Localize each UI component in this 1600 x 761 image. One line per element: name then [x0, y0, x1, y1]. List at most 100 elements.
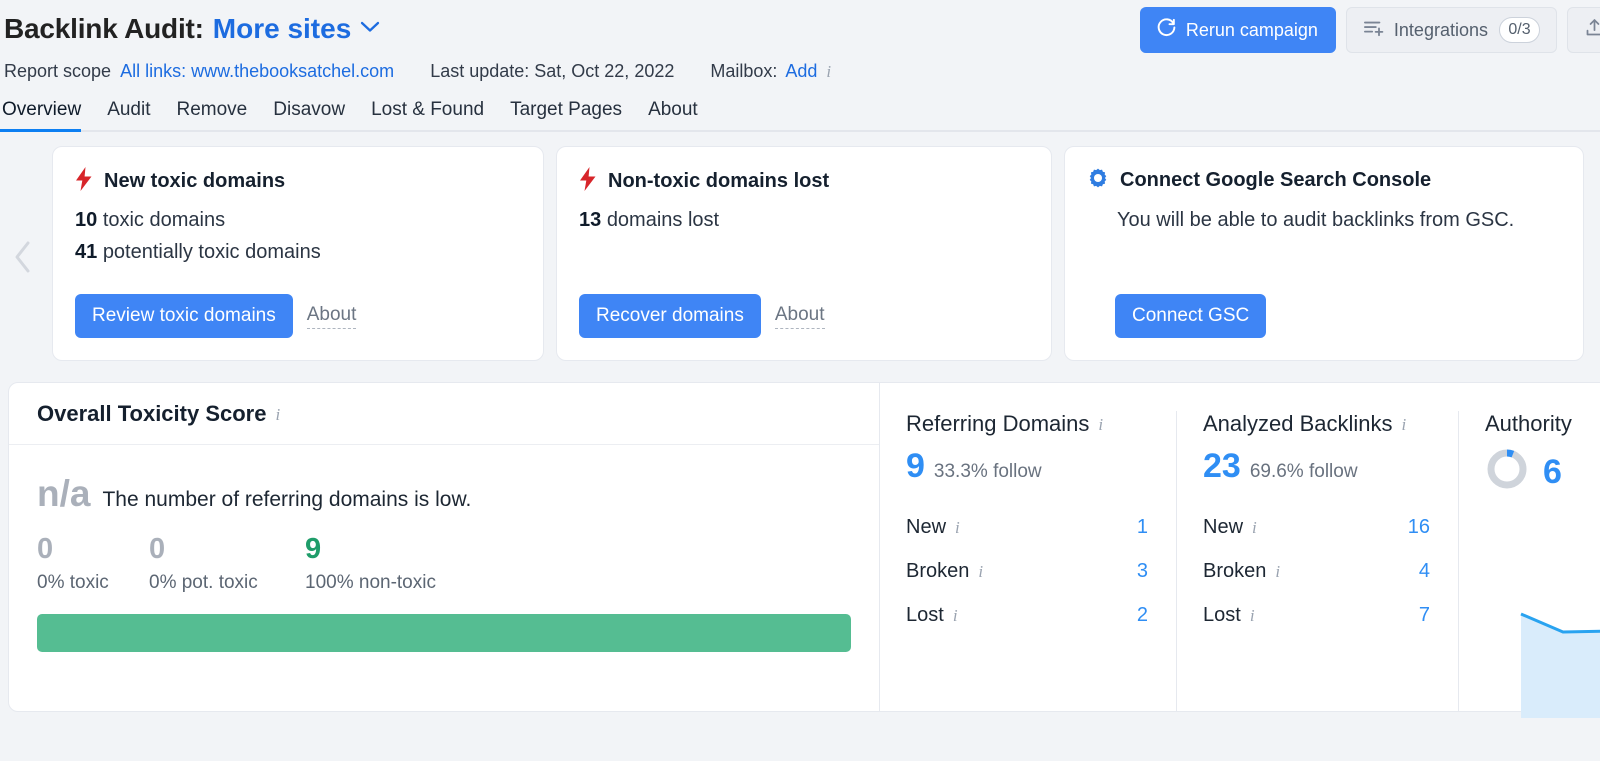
metric-follow-pct: 69.6% follow	[1250, 461, 1358, 483]
stat-value: 0	[149, 534, 305, 564]
backlink-audit-page: Backlink Audit: More sites Rerun campaig…	[0, 0, 1600, 761]
about-link[interactable]: About	[307, 304, 357, 329]
metric-title-row: Authority	[1485, 411, 1600, 437]
metric-row-value[interactable]: 1	[1137, 516, 1148, 539]
metric-row-label-wrap: Broken i	[906, 560, 983, 583]
tab-disavow[interactable]: Disavow	[260, 99, 358, 130]
authority-score-row: 6	[1485, 447, 1600, 496]
toxicity-title: Overall Toxicity Score	[37, 401, 266, 427]
metric-row-lost: Lost i 7	[1203, 593, 1430, 637]
authority-trend-chart	[1517, 598, 1600, 723]
area-chart-svg	[1517, 598, 1600, 718]
site-selector[interactable]: More sites	[213, 13, 352, 45]
domains-lost-text: domains lost	[607, 209, 719, 231]
tab-remove[interactable]: Remove	[164, 99, 261, 130]
metric-title: Authority	[1485, 411, 1572, 437]
report-scope-label: Report scope	[4, 61, 111, 82]
info-icon[interactable]: i	[1252, 518, 1257, 538]
connect-gsc-button[interactable]: Connect GSC	[1115, 294, 1266, 338]
report-scope-link[interactable]: All links: www.thebooksatchel.com	[120, 61, 394, 82]
cards-list: New toxic domains 10 toxic domains 41 po…	[0, 146, 1600, 361]
metric-total: 23	[1203, 449, 1241, 483]
toxicity-header: Overall Toxicity Score i	[9, 383, 879, 445]
list-add-icon	[1363, 18, 1385, 43]
info-icon[interactable]: i	[1098, 415, 1103, 435]
last-update-text: Last update: Sat, Oct 22, 2022	[430, 61, 674, 82]
overview-bottom-panel: Overall Toxicity Score i n/a The number …	[8, 382, 1600, 712]
metric-row-value[interactable]: 7	[1419, 604, 1430, 627]
toxicity-score-value: n/a	[37, 475, 90, 512]
cards-carousel: New toxic domains 10 toxic domains 41 po…	[0, 146, 1600, 368]
metric-follow-pct: 33.3% follow	[934, 461, 1042, 483]
tab-about[interactable]: About	[635, 99, 711, 130]
upload-icon	[1584, 17, 1600, 43]
info-icon[interactable]: i	[1275, 562, 1280, 582]
pot-toxic-domains-count: 41	[75, 241, 97, 263]
domains-lost-count: 13	[579, 209, 601, 231]
card-actions: Connect GSC	[1115, 294, 1266, 338]
page-header: Backlink Audit: More sites Rerun campaig…	[0, 0, 1600, 132]
card-header: Non-toxic domains lost	[579, 167, 1029, 196]
tab-lost-and-found[interactable]: Lost & Found	[358, 99, 497, 130]
metric-row-label-wrap: New i	[1203, 516, 1257, 539]
info-icon[interactable]: i	[1250, 606, 1255, 626]
info-icon[interactable]: i	[953, 606, 958, 626]
integrations-label: Integrations	[1394, 20, 1488, 41]
integrations-count-badge: 0/3	[1499, 17, 1540, 43]
recover-domains-button[interactable]: Recover domains	[579, 294, 761, 338]
tab-target-pages[interactable]: Target Pages	[497, 99, 635, 130]
info-icon[interactable]: i	[955, 518, 960, 538]
mailbox-label: Mailbox:	[710, 61, 777, 82]
metric-row-label: New	[906, 516, 946, 539]
page-title: Backlink Audit:	[4, 13, 204, 45]
chevron-down-icon[interactable]	[360, 20, 380, 33]
info-icon[interactable]: i	[826, 62, 831, 82]
stat-non-toxic: 9 100% non-toxic	[305, 534, 505, 594]
metric-row-value[interactable]: 2	[1137, 604, 1148, 627]
tab-audit[interactable]: Audit	[94, 99, 163, 130]
info-icon[interactable]: i	[1402, 415, 1407, 435]
stat-potentially-toxic: 0 0% pot. toxic	[149, 534, 305, 594]
carousel-prev-button[interactable]	[6, 233, 40, 281]
rerun-campaign-button[interactable]: Rerun campaign	[1140, 7, 1336, 53]
mailbox-add-link[interactable]: Add	[785, 61, 817, 82]
metric-row-broken: Broken i 3	[906, 549, 1148, 593]
metrics-panel: Referring Domains i 9 33.3% follow New i…	[880, 383, 1600, 711]
chevron-left-icon	[12, 240, 34, 274]
metric-analyzed-backlinks: Analyzed Backlinks i 23 69.6% follow New…	[1176, 411, 1458, 711]
card-non-toxic-domains-lost: Non-toxic domains lost 13 domains lost R…	[556, 146, 1052, 361]
metric-total-row: 23 69.6% follow	[1203, 449, 1430, 483]
refresh-icon	[1156, 17, 1177, 43]
toxicity-message: The number of referring domains is low.	[102, 488, 471, 512]
stat-value: 9	[305, 534, 505, 564]
integrations-button[interactable]: Integrations 0/3	[1346, 7, 1557, 53]
card-line-1: 13 domains lost	[579, 209, 1029, 232]
metric-title-row: Analyzed Backlinks i	[1203, 411, 1430, 437]
tab-bar: Overview Audit Remove Disavow Lost & Fou…	[0, 90, 1600, 132]
info-icon[interactable]: i	[978, 562, 983, 582]
card-description: You will be able to audit backlinks from…	[1117, 207, 1537, 234]
header-actions: Rerun campaign Integrations 0/3	[1140, 7, 1600, 53]
lightning-bolt-icon	[75, 167, 93, 196]
metric-authority: Authority 6	[1458, 411, 1600, 711]
metric-row-label: Lost	[906, 604, 944, 627]
metric-row-value[interactable]: 3	[1137, 560, 1148, 583]
stat-label: 100% non-toxic	[305, 572, 505, 594]
stat-label: 0% pot. toxic	[149, 572, 305, 594]
rerun-campaign-label: Rerun campaign	[1186, 20, 1318, 41]
card-header: New toxic domains	[75, 167, 521, 196]
gear-icon	[1087, 167, 1109, 194]
metric-total-row: 9 33.3% follow	[906, 449, 1148, 483]
info-icon[interactable]: i	[275, 405, 280, 425]
card-line-2: 41 potentially toxic domains	[75, 241, 521, 264]
export-button[interactable]: Ex	[1567, 7, 1600, 53]
about-link[interactable]: About	[775, 304, 825, 329]
authority-score: 6	[1543, 455, 1562, 489]
metric-row-value[interactable]: 16	[1408, 516, 1430, 539]
metric-row-value[interactable]: 4	[1419, 560, 1430, 583]
card-connect-gsc: Connect Google Search Console You will b…	[1064, 146, 1584, 361]
metric-total: 9	[906, 449, 925, 483]
review-toxic-domains-button[interactable]: Review toxic domains	[75, 294, 293, 338]
metric-rows: New i 1 Broken i 3 Lost	[906, 505, 1148, 637]
tab-overview[interactable]: Overview	[0, 99, 94, 130]
